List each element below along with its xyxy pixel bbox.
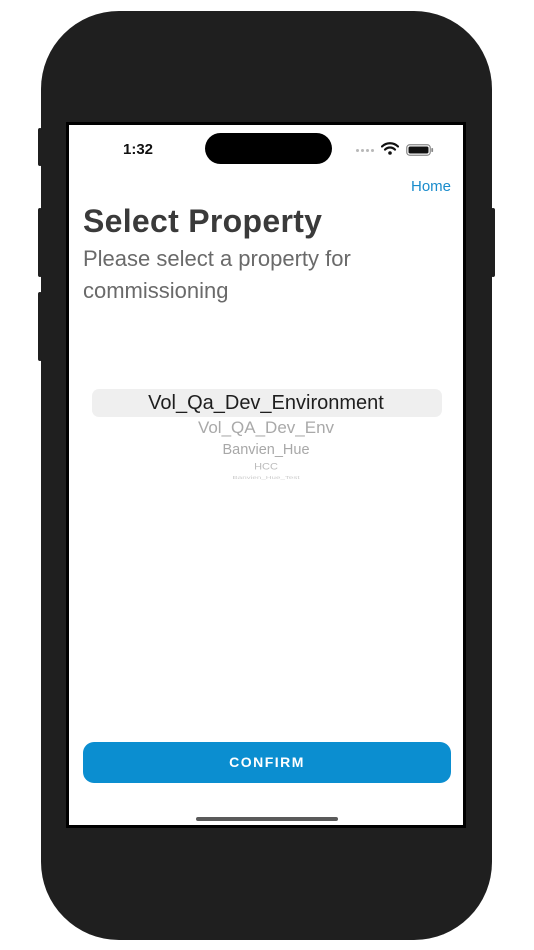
volume-up-button	[38, 208, 42, 277]
confirm-button[interactable]: CONFIRM	[83, 742, 451, 783]
power-button	[491, 208, 495, 277]
screen: 1:32 Home Select Property Please select …	[66, 122, 466, 828]
volume-down-button	[38, 292, 42, 361]
home-link[interactable]: Home	[411, 178, 451, 195]
picker-item-selected[interactable]: Vol_Qa_Dev_Environment	[69, 392, 463, 415]
picker-item[interactable]: Banvien_Hue	[69, 442, 463, 458]
mute-switch	[38, 128, 42, 166]
status-time: 1:32	[123, 141, 154, 158]
cellular-signal-icon	[356, 149, 374, 152]
property-picker[interactable]: Vol_Qa_Dev_Environment Vol_QA_Dev_Env Ba…	[69, 385, 463, 480]
picker-item[interactable]: Banvien_Hue_Test	[69, 475, 463, 480]
picker-item[interactable]: HCC	[69, 462, 463, 472]
page-title: Select Property	[83, 203, 323, 239]
page-subtitle: Please select a property for commissioni…	[83, 246, 351, 303]
battery-icon	[406, 144, 434, 156]
dynamic-island	[205, 133, 332, 164]
app-view: 1:32 Home Select Property Please select …	[69, 125, 463, 825]
home-indicator	[196, 817, 338, 821]
wifi-icon	[381, 142, 399, 155]
picker-item[interactable]: Vol_QA_Dev_Env	[69, 418, 463, 438]
